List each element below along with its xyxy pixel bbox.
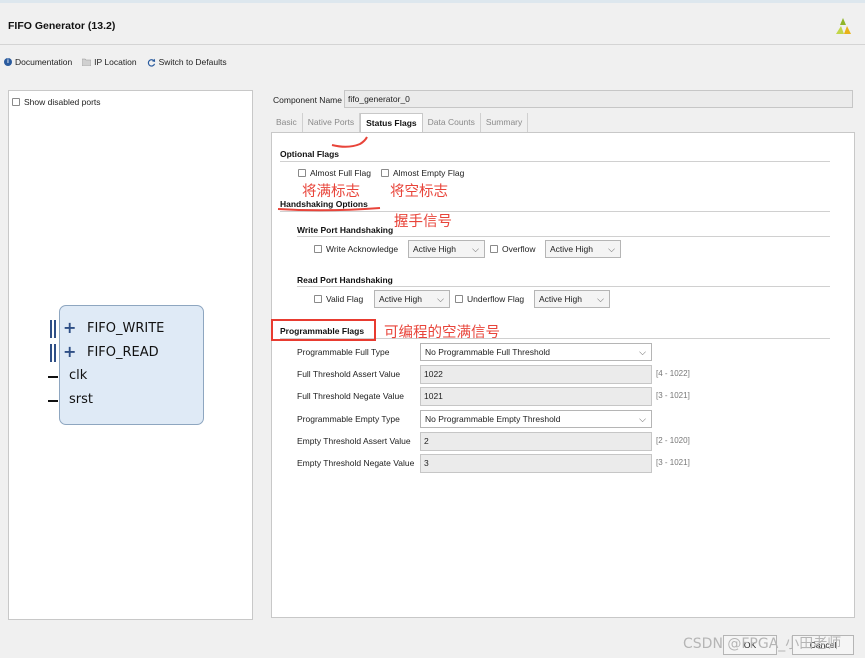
info-icon: i xyxy=(4,58,12,66)
almost-empty-checkbox[interactable]: Almost Empty Flag xyxy=(381,168,464,178)
xilinx-logo-icon xyxy=(836,18,851,34)
red-underline-mark xyxy=(331,136,368,148)
overflow-checkbox[interactable]: Overflow xyxy=(490,244,536,254)
full-assert-range: [4 - 1022] xyxy=(656,369,690,378)
bus-port-icon xyxy=(50,320,56,338)
full-assert-input[interactable]: 1022 xyxy=(420,365,652,384)
tab-basic[interactable]: Basic xyxy=(271,113,303,132)
prog-empty-type-select[interactable]: No Programmable Empty Threshold ⌵ xyxy=(420,410,652,428)
prog-full-type-select[interactable]: No Programmable Full Threshold ⌵ xyxy=(420,343,652,361)
empty-negate-input[interactable]: 3 xyxy=(420,454,652,473)
checkbox[interactable] xyxy=(12,98,20,106)
prog-empty-type-label: Programmable Empty Type xyxy=(297,414,400,424)
wire-icon xyxy=(48,376,58,378)
component-name-label: Component Name xyxy=(273,95,342,105)
tab-data-counts[interactable]: Data Counts xyxy=(423,113,481,132)
tab-native-ports[interactable]: Native Ports xyxy=(303,113,361,132)
almost-full-checkbox[interactable]: Almost Full Flag xyxy=(298,168,371,178)
underflow-polarity-select[interactable]: Active High ⌵ xyxy=(534,290,610,308)
write-port-handshaking-heading: Write Port Handshaking xyxy=(297,225,394,235)
documentation-button[interactable]: i Documentation xyxy=(4,57,72,67)
component-name-input[interactable]: fifo_generator_0 xyxy=(344,90,853,108)
checkbox[interactable] xyxy=(455,295,463,303)
chevron-down-icon: ⌵ xyxy=(639,347,646,357)
switch-to-defaults-button[interactable]: Switch to Defaults xyxy=(147,57,227,67)
full-negate-range: [3 - 1021] xyxy=(656,391,690,400)
chevron-down-icon: ⌵ xyxy=(639,414,646,424)
chevron-down-icon: ⌵ xyxy=(608,244,615,254)
valid-flag-polarity-select[interactable]: Active High ⌵ xyxy=(374,290,450,308)
config-panel: Component Name fifo_generator_0 Basic Na… xyxy=(271,90,855,618)
empty-negate-label: Empty Threshold Negate Value xyxy=(297,458,415,468)
bus-port-icon xyxy=(50,344,56,362)
write-ack-polarity-select[interactable]: Active High ⌵ xyxy=(408,240,485,258)
full-assert-label: Full Threshold Assert Value xyxy=(297,369,401,379)
port-clk: clk xyxy=(48,368,87,383)
port-fifo-read[interactable]: + FIFO_READ xyxy=(50,344,159,362)
chevron-down-icon: ⌵ xyxy=(472,244,479,254)
empty-negate-range: [3 - 1021] xyxy=(656,458,690,467)
chevron-down-icon: ⌵ xyxy=(437,294,444,304)
fifo-symbol: + FIFO_WRITE + FIFO_READ clk srst xyxy=(48,305,204,425)
folder-icon xyxy=(82,58,92,66)
underflow-flag-checkbox[interactable]: Underflow Flag xyxy=(455,294,524,304)
annotation-almost-full: 将满标志 xyxy=(302,184,360,200)
highlight-box xyxy=(271,319,376,341)
red-underline-mark xyxy=(277,207,381,212)
full-negate-input[interactable]: 1021 xyxy=(420,387,652,406)
annotation-handshake: 握手信号 xyxy=(394,214,452,230)
toolbar: i Documentation IP Location Switch to De… xyxy=(4,57,227,67)
full-negate-label: Full Threshold Negate Value xyxy=(297,391,404,401)
watermark: CSDN @FPGA_小田老师 xyxy=(683,636,842,652)
ports-panel: Show disabled ports + FIFO_WRITE + FIFO_… xyxy=(8,90,253,620)
checkbox[interactable] xyxy=(381,169,389,177)
checkbox[interactable] xyxy=(298,169,306,177)
tab-status-flags[interactable]: Status Flags xyxy=(360,113,423,132)
read-port-handshaking-heading: Read Port Handshaking xyxy=(297,275,393,285)
empty-assert-input[interactable]: 2 xyxy=(420,432,652,451)
expand-icon[interactable]: + xyxy=(63,344,79,360)
optional-flags-heading: Optional Flags xyxy=(280,149,340,159)
show-disabled-ports-checkbox[interactable]: Show disabled ports xyxy=(12,97,101,107)
refresh-icon xyxy=(147,58,155,67)
empty-assert-range: [2 - 1020] xyxy=(656,436,690,445)
valid-flag-checkbox[interactable]: Valid Flag xyxy=(314,294,363,304)
chevron-down-icon: ⌵ xyxy=(597,294,604,304)
port-fifo-write[interactable]: + FIFO_WRITE xyxy=(50,320,164,338)
ip-location-button[interactable]: IP Location xyxy=(82,57,137,67)
expand-icon[interactable]: + xyxy=(63,320,79,336)
checkbox[interactable] xyxy=(314,295,322,303)
annotation-almost-empty: 将空标志 xyxy=(390,184,448,200)
window-title: FIFO Generator (13.2) xyxy=(8,20,116,32)
checkbox[interactable] xyxy=(314,245,322,253)
tab-summary[interactable]: Summary xyxy=(481,113,529,132)
empty-assert-label: Empty Threshold Assert Value xyxy=(297,436,411,446)
port-srst: srst xyxy=(48,392,93,407)
overflow-polarity-select[interactable]: Active High ⌵ xyxy=(545,240,621,258)
prog-full-type-label: Programmable Full Type xyxy=(297,347,390,357)
annotation-programmable: 可编程的空满信号 xyxy=(384,325,500,341)
write-acknowledge-checkbox[interactable]: Write Acknowledge xyxy=(314,244,398,254)
tab-bar: Basic Native Ports Status Flags Data Cou… xyxy=(271,113,529,132)
checkbox[interactable] xyxy=(490,245,498,253)
wire-icon xyxy=(48,400,58,402)
